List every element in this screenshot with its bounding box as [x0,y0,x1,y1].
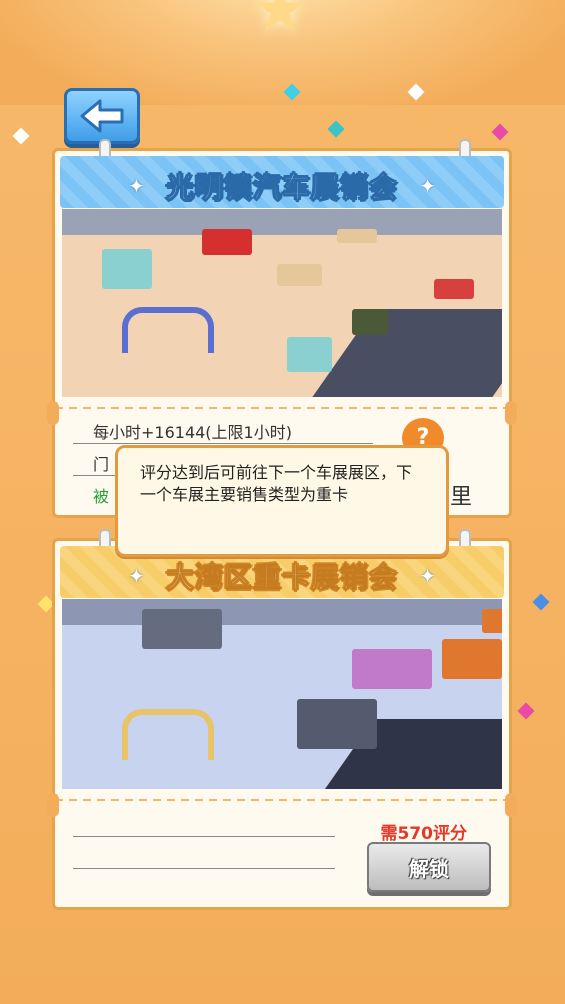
row-divider [73,836,335,837]
scene-wall [62,209,502,235]
exhibition-card-next: ✦ 大湾区重卡展销会 ✦ 需570评分 解锁 [47,529,517,910]
entrance-arch [122,307,214,353]
tooltip-text: 评分达到后可前往下一个车展展区，下一个车展主要销售类型为重卡 [140,463,413,504]
star-icon: ★ [251,0,309,47]
notch [505,793,517,817]
confetti [491,123,509,141]
back-arrow-icon [80,99,124,133]
confetti [12,127,30,145]
car-display [434,279,474,299]
divider [55,799,509,801]
trailing-text: 里 [450,485,473,510]
row-divider [73,868,335,869]
ticket-info: 门 [93,455,110,474]
sparkle-icon: ✦ [419,564,436,588]
row-divider [73,443,373,444]
exhibition-scene [62,599,502,789]
unlock-button[interactable]: 解锁 [367,842,491,892]
scene-wall [62,599,502,625]
truck-display [482,609,502,633]
exhibition-title: 大湾区重卡展销会 [165,561,398,595]
card-header: ✦ 光明镇汽车展销会 ✦ [60,156,504,208]
booth [277,264,322,286]
parts-rack [142,609,222,649]
entrance-arch [122,709,214,760]
notch [47,793,59,817]
engine-display [297,699,377,749]
confetti [517,702,535,720]
car-display [352,309,388,335]
booth [352,649,432,689]
booth [287,337,332,372]
notch [47,401,59,425]
status-info: 被 [93,487,110,506]
booth [102,249,152,289]
sparkle-icon: ✦ [419,174,436,198]
truck-display [442,639,502,679]
booth [337,229,377,243]
car-display [202,229,252,255]
confetti [532,593,550,611]
divider [55,407,509,409]
exhibition-scene [62,209,502,397]
confetti [327,120,345,138]
back-button[interactable] [64,88,140,144]
notch [505,401,517,425]
hourly-income: 每小时+16144(上限1小时) [93,423,292,442]
required-score: 需570评分 [380,824,468,844]
tooltip-popup: 评分达到后可前往下一个车展展区，下一个车展主要销售类型为重卡 [115,445,449,557]
exhibition-title: 光明镇汽车展销会 [165,171,398,205]
